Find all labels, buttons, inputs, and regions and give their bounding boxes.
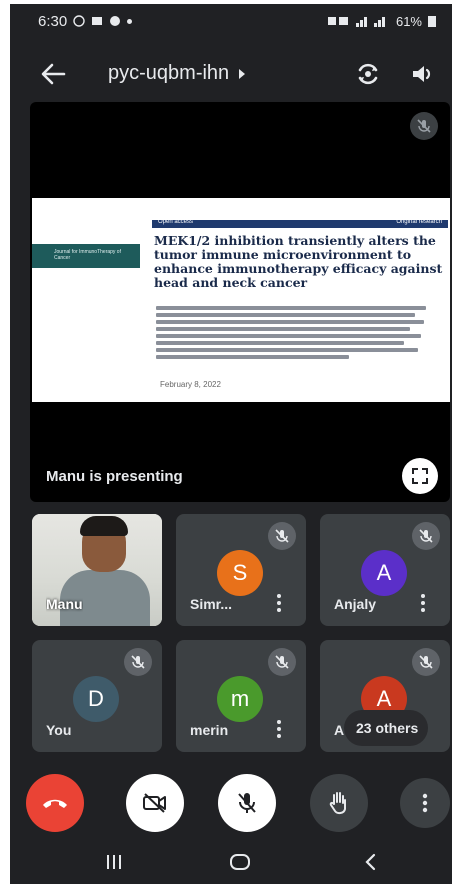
mic-off-icon [131, 655, 145, 669]
battery-percent: 61% [395, 13, 422, 29]
participant-tile-merin[interactable]: m merin [176, 640, 306, 752]
avatar: S [217, 550, 263, 596]
presentation-mic-off-indicator [410, 112, 438, 140]
camera-off-icon [143, 793, 166, 813]
hang-up-icon [43, 799, 67, 808]
journal-name: Journal for ImmunoTherapy of Cancer [54, 249, 121, 261]
more-options-icon[interactable] [276, 720, 282, 738]
status-time: 6:30 [38, 12, 68, 30]
mic-off-icon [417, 119, 431, 133]
mic-off-indicator [412, 648, 440, 676]
gallery-icon [92, 17, 103, 25]
raise-hand-icon [329, 792, 346, 815]
avatar: D [73, 676, 119, 722]
status-right: 61% [327, 13, 436, 29]
home-icon [230, 854, 250, 870]
volte-icon [327, 17, 348, 25]
more-options-icon[interactable] [420, 594, 426, 612]
phone-screen: 6:30 61% pyc-uqbm-ihn Open access Origin… [10, 4, 452, 884]
journal-logo: Journal for ImmunoTherapy of Cancer [32, 244, 140, 268]
participant-tile-anjaly[interactable]: A Anjaly [320, 514, 450, 626]
app-bar: pyc-uqbm-ihn [10, 48, 452, 100]
mic-toggle-button[interactable] [218, 774, 276, 832]
article-title: MEK1/2 inhibition transiently alters the… [154, 233, 443, 290]
mic-off-indicator [412, 522, 440, 550]
mic-off-icon [275, 655, 289, 669]
participant-tile-manu[interactable]: Manu [32, 514, 162, 626]
participant-name: A [334, 722, 345, 738]
mic-off-icon [275, 529, 289, 543]
more-vert-icon [422, 793, 428, 813]
mic-off-icon [419, 529, 433, 543]
participant-name: Simr... [190, 596, 233, 612]
shared-slide: Open access Original research Journal fo… [32, 198, 450, 402]
fullscreen-icon [412, 468, 428, 484]
back-chevron-icon [365, 853, 376, 871]
system-nav-bar [10, 840, 452, 884]
recent-apps-icon [107, 855, 121, 869]
mic-off-indicator [124, 648, 152, 676]
person-hair [80, 516, 128, 536]
slide-header-right: Original research [396, 219, 442, 225]
recent-apps-button[interactable] [102, 850, 126, 874]
message-icon [110, 16, 121, 26]
meeting-title[interactable]: pyc-uqbm-ihn [108, 62, 246, 85]
status-left: 6:30 [38, 12, 133, 30]
participant-name: merin [190, 722, 229, 738]
call-controls [10, 772, 452, 832]
raise-hand-button[interactable] [310, 774, 368, 832]
participant-name: You [46, 722, 72, 738]
presentation-view: Open access Original research Journal fo… [30, 102, 450, 502]
notification-dot-icon [127, 18, 133, 24]
more-options-button[interactable] [400, 778, 450, 828]
slide-header-bar: Open access Original research [152, 219, 448, 228]
participant-tile-you[interactable]: D You [32, 640, 162, 752]
mic-off-icon [238, 793, 256, 813]
publication-date: February 8, 2022 [160, 380, 221, 389]
whatsapp-icon [73, 15, 85, 27]
avatar: m [217, 676, 263, 722]
presenting-label: Manu is presenting [46, 468, 183, 485]
switch-camera-icon[interactable] [354, 60, 382, 88]
slide-header-left: Open access [158, 219, 194, 225]
status-bar: 6:30 61% [10, 4, 452, 38]
avatar: A [361, 550, 407, 596]
author-list [156, 306, 432, 362]
fullscreen-button[interactable] [402, 458, 438, 494]
others-count-button[interactable]: 23 others [344, 710, 429, 746]
back-button[interactable] [358, 850, 382, 874]
battery-icon [428, 16, 436, 27]
participant-name: Anjaly [334, 596, 377, 612]
more-options-icon[interactable] [276, 594, 282, 612]
mic-off-indicator [268, 522, 296, 550]
chevron-right-icon [239, 68, 246, 79]
camera-toggle-button[interactable] [126, 774, 184, 832]
signal-icon [355, 17, 385, 27]
mic-off-icon [419, 655, 433, 669]
mic-off-indicator [268, 648, 296, 676]
participant-tile-simr[interactable]: S Simr... [176, 514, 306, 626]
end-call-button[interactable] [26, 774, 84, 832]
speaker-icon[interactable] [408, 60, 436, 88]
meeting-code: pyc-uqbm-ihn [108, 62, 230, 84]
back-arrow-icon[interactable] [40, 62, 66, 86]
participant-name: Manu [46, 596, 83, 612]
home-button[interactable] [228, 850, 252, 874]
